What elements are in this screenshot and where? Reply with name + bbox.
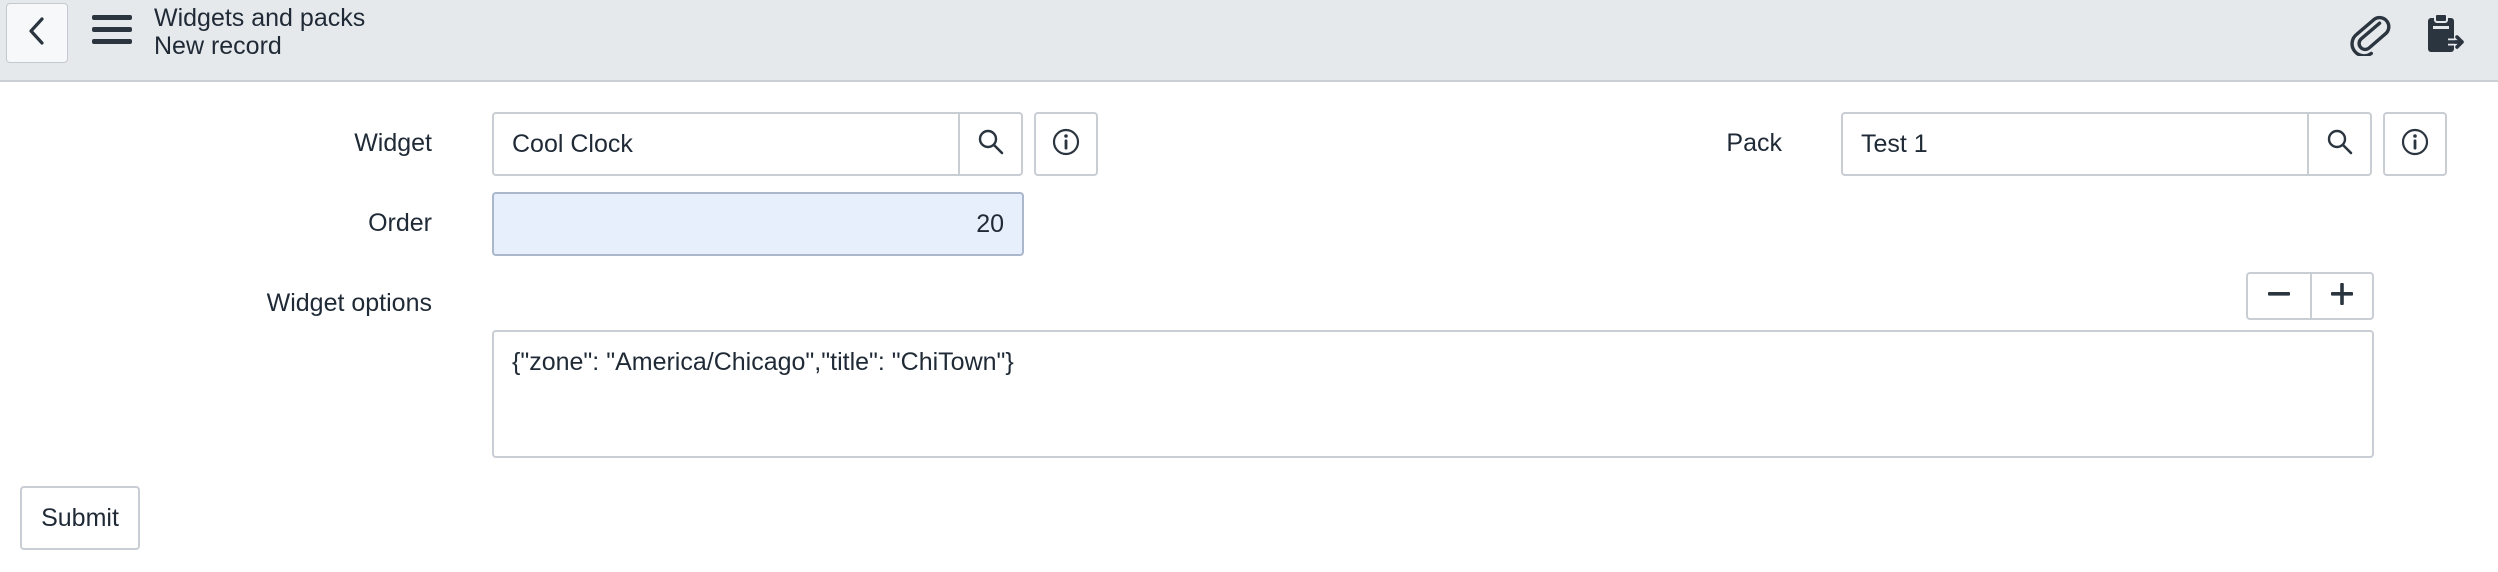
clipboard-button[interactable]: [2420, 12, 2468, 61]
context-menu-button[interactable]: [88, 12, 136, 52]
expand-textarea-button[interactable]: [2310, 274, 2372, 318]
info-icon: [1051, 127, 1081, 162]
widget-label: Widget: [354, 129, 432, 157]
pack-lookup-button[interactable]: [2308, 112, 2372, 176]
pack-field[interactable]: [1841, 112, 2309, 176]
widget-info-button[interactable]: [1034, 112, 1098, 176]
info-icon: [2400, 127, 2430, 162]
back-button[interactable]: [6, 3, 68, 63]
hamburger-menu-icon: [91, 13, 133, 52]
clipboard-icon: [2422, 12, 2466, 61]
textarea-resize-controls: [2246, 272, 2374, 320]
widget-options-textarea[interactable]: {"zone": "America/Chicago","title": "Chi…: [492, 330, 2374, 458]
pack-label: Pack: [1726, 129, 1782, 157]
order-field[interactable]: [492, 192, 1024, 256]
widget-lookup-button[interactable]: [959, 112, 1023, 176]
minus-icon: [2266, 281, 2292, 312]
order-label: Order: [368, 209, 432, 237]
widget-options-label: Widget options: [266, 289, 432, 317]
chevron-left-icon: [26, 16, 48, 51]
pack-info-button[interactable]: [2383, 112, 2447, 176]
paperclip-icon: [2348, 12, 2392, 61]
widget-field[interactable]: [492, 112, 960, 176]
search-icon: [2326, 128, 2354, 161]
submit-button[interactable]: Submit: [20, 486, 140, 550]
shrink-textarea-button[interactable]: [2248, 274, 2310, 318]
search-icon: [977, 128, 1005, 161]
plus-icon: [2329, 281, 2355, 312]
attachment-button[interactable]: [2346, 14, 2394, 58]
form-header: Widgets and packs New record: [0, 0, 2498, 82]
page-subtitle: New record: [154, 32, 282, 60]
